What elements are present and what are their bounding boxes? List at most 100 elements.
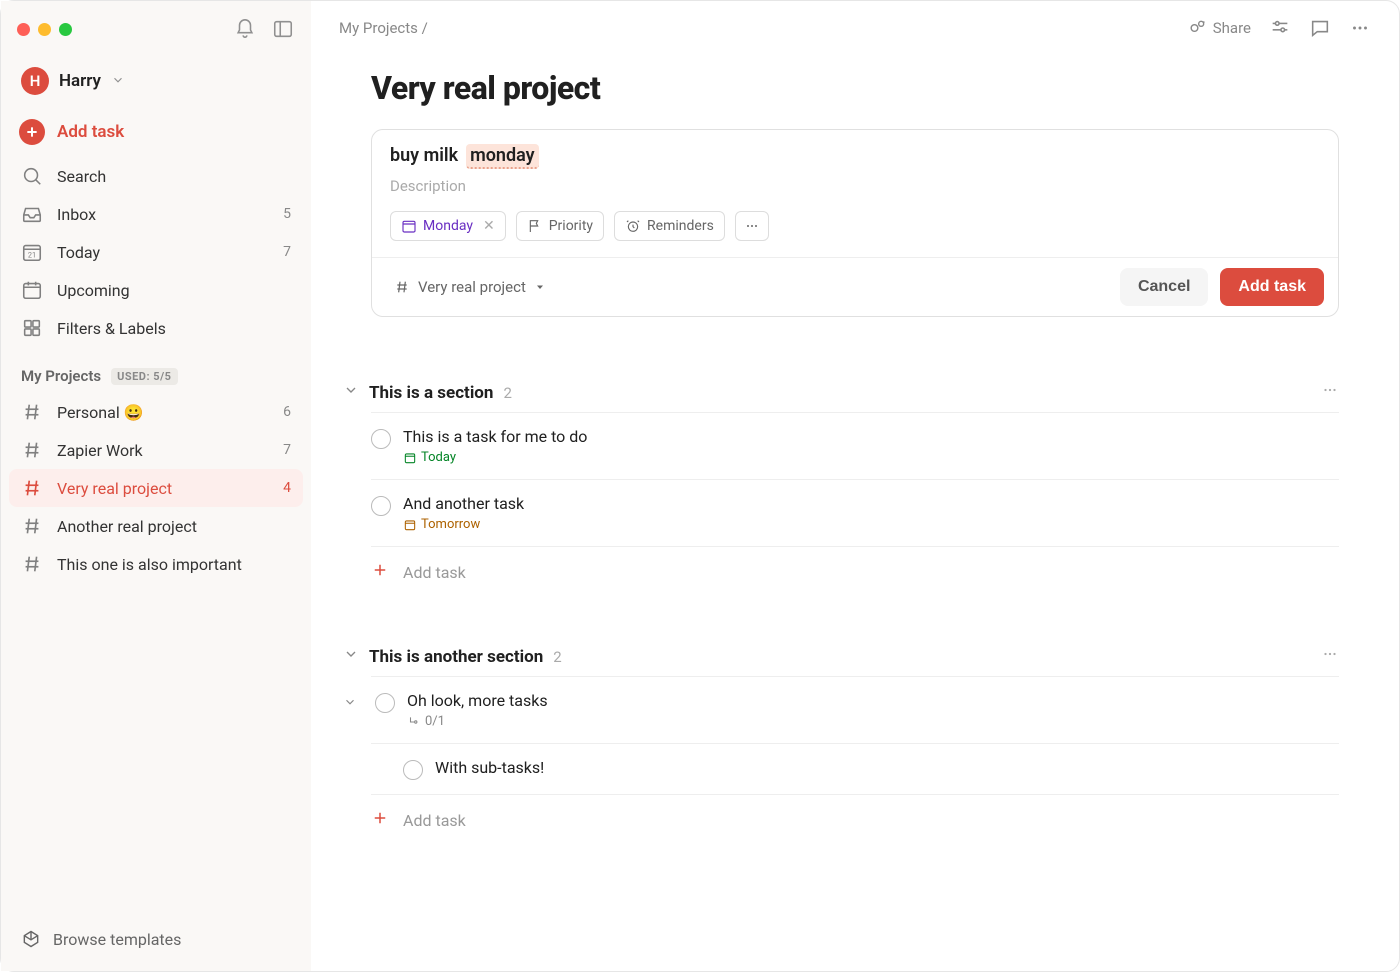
task-checkbox[interactable] (403, 760, 423, 780)
template-icon (21, 929, 41, 949)
project-label: Another real project (57, 517, 197, 536)
sidebar-item-label: Today (57, 243, 100, 262)
projects-header[interactable]: My Projects USED: 5/5 (9, 347, 303, 393)
task-checkbox[interactable] (375, 693, 395, 713)
section-header[interactable]: This is another section 2 (371, 645, 1339, 677)
chevron-down-icon[interactable] (343, 691, 363, 709)
share-label: Share (1213, 19, 1251, 37)
hash-icon (21, 477, 43, 499)
browse-templates-button[interactable]: Browse templates (9, 919, 303, 959)
task-title: With sub-tasks! (435, 758, 544, 777)
browse-templates-label: Browse templates (53, 930, 181, 949)
alarm-icon (625, 218, 641, 234)
section-count: 2 (553, 648, 561, 666)
upcoming-icon (21, 279, 43, 301)
add-task-link[interactable]: Add task (371, 547, 1339, 597)
minimize-window-icon[interactable] (38, 23, 51, 36)
inbox-count: 5 (283, 206, 291, 222)
task-meta: Today (403, 450, 587, 465)
page-title: Very real project (371, 69, 1339, 107)
projects-usage-badge: USED: 5/5 (111, 368, 177, 385)
plus-icon (371, 561, 389, 583)
section-title: This is a section (369, 383, 493, 403)
cancel-button[interactable]: Cancel (1120, 268, 1208, 306)
task-row[interactable]: With sub-tasks! (371, 744, 1339, 795)
project-label: Zapier Work (57, 441, 143, 460)
task-description-input[interactable]: Description (390, 177, 1320, 195)
task-row[interactable]: And another taskTomorrow (371, 480, 1339, 547)
sidebar-project-item[interactable]: Another real project (9, 507, 303, 545)
task-meta: Tomorrow (403, 517, 524, 532)
account-switcher[interactable]: H Harry (9, 59, 303, 103)
more-chip[interactable] (735, 211, 769, 241)
sidebar: H Harry Add task Search Inbox 5 21 Today… (1, 1, 311, 971)
sidebar-item-label: Upcoming (57, 281, 130, 300)
grid-icon (21, 317, 43, 339)
project-selector[interactable]: Very real project (386, 272, 554, 302)
add-task-label: Add task (403, 811, 466, 830)
sidebar-project-item[interactable]: This one is also important (9, 545, 303, 583)
task-section: This is another section 2 Oh look, more … (371, 645, 1339, 845)
section-menu-icon[interactable] (1321, 645, 1339, 668)
clear-date-icon[interactable]: ✕ (483, 218, 495, 234)
notifications-icon[interactable] (233, 17, 257, 41)
sidebar-item-label: Inbox (57, 205, 96, 224)
sidebar-item-upcoming[interactable]: Upcoming (9, 271, 303, 309)
view-options-icon[interactable] (1269, 17, 1291, 39)
breadcrumb[interactable]: My Projects / (339, 19, 428, 37)
more-options-icon[interactable] (1349, 17, 1371, 39)
task-checkbox[interactable] (371, 496, 391, 516)
sidebar-project-item[interactable]: Zapier Work 7 (9, 431, 303, 469)
sidebar-item-filters[interactable]: Filters & Labels (9, 309, 303, 347)
task-meta: 0/1 (407, 714, 548, 729)
add-task-link[interactable]: Add task (371, 795, 1339, 845)
svg-text:21: 21 (28, 251, 36, 260)
priority-chip[interactable]: Priority (516, 211, 604, 241)
due-date-label: Monday (423, 218, 473, 234)
fullscreen-window-icon[interactable] (59, 23, 72, 36)
task-name-input[interactable]: buy milk monday (390, 144, 1320, 169)
inbox-icon (21, 203, 43, 225)
sidebar-item-today[interactable]: 21 Today 7 (9, 233, 303, 271)
chevron-down-icon (111, 72, 125, 91)
hash-icon (21, 553, 43, 575)
sidebar-item-label: Filters & Labels (57, 319, 166, 338)
section-header[interactable]: This is a section 2 (371, 381, 1339, 413)
project-label: Personal 😀 (57, 403, 144, 422)
close-window-icon[interactable] (17, 23, 30, 36)
comments-icon[interactable] (1309, 17, 1331, 39)
due-date-chip[interactable]: Monday ✕ (390, 211, 506, 241)
project-count: 6 (283, 404, 291, 420)
sidebar-item-inbox[interactable]: Inbox 5 (9, 195, 303, 233)
toggle-sidebar-icon[interactable] (271, 17, 295, 41)
submit-task-button[interactable]: Add task (1220, 268, 1324, 306)
today-count: 7 (283, 244, 291, 260)
search-icon (21, 165, 43, 187)
sidebar-item-label: Search (57, 167, 106, 186)
plus-icon (19, 119, 45, 145)
share-button[interactable]: Share (1187, 18, 1251, 38)
avatar: H (21, 67, 49, 95)
chevron-down-icon[interactable] (343, 646, 359, 667)
sidebar-item-search[interactable]: Search (9, 157, 303, 195)
add-task-button[interactable]: Add task (9, 111, 303, 153)
project-count: 7 (283, 442, 291, 458)
priority-label: Priority (549, 218, 593, 234)
projects-header-label: My Projects (21, 367, 101, 385)
sidebar-project-item[interactable]: Personal 😀 6 (9, 393, 303, 431)
reminders-chip[interactable]: Reminders (614, 211, 725, 241)
task-row[interactable]: Oh look, more tasks0/1 (371, 677, 1339, 744)
window-controls (17, 23, 72, 36)
chevron-down-icon (534, 281, 546, 293)
task-row[interactable]: This is a task for me to doToday (371, 413, 1339, 480)
calendar-icon: 21 (21, 241, 43, 263)
task-checkbox[interactable] (371, 429, 391, 449)
project-count: 4 (283, 480, 291, 496)
flag-icon (527, 218, 543, 234)
chevron-down-icon[interactable] (343, 382, 359, 403)
project-label: This one is also important (57, 555, 242, 574)
sidebar-project-item[interactable]: Very real project 4 (9, 469, 303, 507)
task-composer: buy milk monday Description Monday ✕ Pri… (371, 129, 1339, 317)
add-task-label: Add task (403, 563, 466, 582)
section-menu-icon[interactable] (1321, 381, 1339, 404)
